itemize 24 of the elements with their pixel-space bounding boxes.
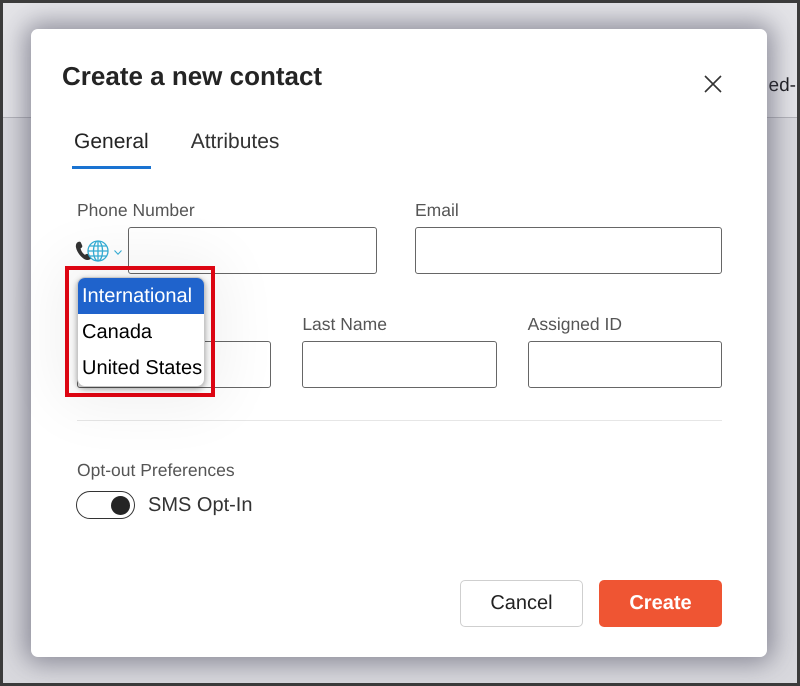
section-label: Opt-out Preferences bbox=[77, 459, 235, 481]
close-icon bbox=[704, 75, 722, 93]
text-input[interactable] bbox=[302, 341, 497, 388]
background-header-text: ed- bbox=[768, 75, 796, 97]
field-label: Last Name bbox=[302, 313, 387, 335]
cancel-button[interactable]: Cancel bbox=[460, 580, 583, 627]
globe-icon bbox=[87, 240, 109, 262]
dialog-title: Create a new contact bbox=[62, 60, 322, 92]
toggle-switch[interactable] bbox=[76, 491, 135, 519]
field-label: Phone Number bbox=[77, 199, 195, 221]
field-label: Email bbox=[415, 199, 459, 221]
email-input[interactable] bbox=[415, 227, 722, 274]
toggle-label: SMS Opt-In bbox=[148, 493, 252, 518]
dropdown-option[interactable]: United States bbox=[78, 350, 204, 386]
caret-icon bbox=[114, 250, 122, 254]
phone-number-input[interactable] bbox=[128, 227, 377, 274]
text-input[interactable] bbox=[528, 341, 722, 388]
dropdown-option[interactable]: Canada bbox=[78, 314, 204, 350]
field-label: Assigned ID bbox=[528, 313, 622, 335]
dropdown-option[interactable]: International bbox=[78, 278, 204, 314]
phone-icon bbox=[75, 241, 92, 260]
country-picker-button[interactable] bbox=[75, 238, 122, 262]
tab[interactable]: General bbox=[72, 120, 151, 169]
tab[interactable]: Attributes bbox=[188, 120, 282, 169]
